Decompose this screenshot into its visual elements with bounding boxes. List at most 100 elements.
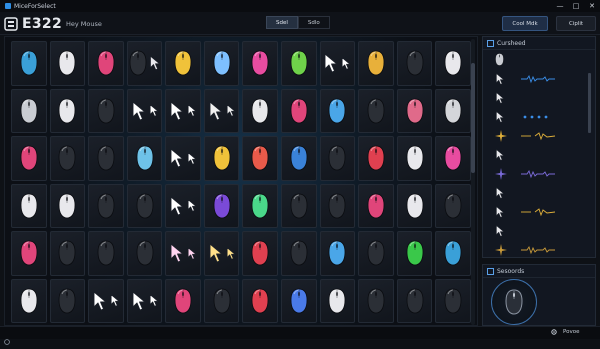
mouse-tile[interactable] (358, 278, 394, 323)
cursor-list-item[interactable] (483, 145, 595, 164)
mouse-tile[interactable] (126, 41, 163, 86)
mouse-tile[interactable] (319, 278, 356, 323)
mouse-tile[interactable] (11, 183, 47, 228)
mouse-tile[interactable] (49, 41, 86, 86)
mouse-tile[interactable] (435, 231, 471, 276)
mouse-tile[interactable] (242, 231, 279, 276)
mouse-tile[interactable] (126, 136, 163, 181)
cursor-arrow-icon (342, 57, 351, 70)
mouse-tile[interactable] (49, 183, 86, 228)
mouse-tile[interactable] (435, 88, 471, 133)
segment-sdlo[interactable]: Sdlo (297, 16, 330, 29)
mouse-tile[interactable] (49, 278, 86, 323)
cursor-arrow-icon (496, 186, 504, 199)
mouse-tile[interactable] (281, 231, 317, 276)
mouse-tile[interactable] (396, 278, 433, 323)
mouse-tile[interactable] (358, 88, 394, 133)
minimize-button[interactable]: — (552, 0, 568, 12)
mouse-preview[interactable] (491, 279, 537, 325)
mouse-tile[interactable] (358, 136, 394, 181)
preview-status[interactable]: Povoe (550, 328, 580, 336)
segment-sdel[interactable]: Sdel (266, 16, 298, 29)
mouse-tile[interactable] (126, 278, 163, 323)
cursor-list-item[interactable] (483, 107, 595, 126)
mouse-tile[interactable] (319, 231, 356, 276)
cursor-list-item[interactable] (483, 183, 595, 202)
cursor-list-item[interactable] (483, 202, 595, 221)
cursor-list-item[interactable] (483, 50, 595, 69)
mouse-tile[interactable] (88, 231, 124, 276)
mouse-tile[interactable] (203, 231, 240, 276)
mouse-tile[interactable] (242, 183, 279, 228)
mouse-tile[interactable] (396, 88, 433, 133)
cursor-list-item[interactable] (483, 164, 595, 183)
cursor-arrow-icon (324, 53, 338, 73)
mouse-tile[interactable] (396, 183, 433, 228)
mouse-tile[interactable] (319, 183, 356, 228)
mouse-tile[interactable] (203, 278, 240, 323)
mouse-tile[interactable] (126, 231, 163, 276)
mouse-tile[interactable] (281, 41, 317, 86)
mouse-tile[interactable] (11, 41, 47, 86)
mouse-tile[interactable] (11, 88, 47, 133)
mouse-tile[interactable] (11, 136, 47, 181)
mouse-tile[interactable] (11, 278, 47, 323)
mouse-tile[interactable] (435, 278, 471, 323)
mouse-tile[interactable] (165, 136, 201, 181)
mouse-tile[interactable] (281, 183, 317, 228)
cursor-list-item[interactable] (483, 69, 595, 88)
mouse-tile[interactable] (435, 41, 471, 86)
segmented-control: Sdel Sdlo (266, 16, 330, 29)
cursor-list-item[interactable] (483, 240, 595, 259)
mouse-tile[interactable] (435, 136, 471, 181)
mouse-tile[interactable] (49, 231, 86, 276)
mouse-tile[interactable] (358, 41, 394, 86)
mouse-tile[interactable] (126, 183, 163, 228)
mouse-tile[interactable] (242, 278, 279, 323)
ciplit-button[interactable]: Ciplit (556, 16, 596, 31)
mouse-tile[interactable] (165, 278, 201, 323)
mouse-tile[interactable] (165, 231, 201, 276)
mouse-tile[interactable] (396, 41, 433, 86)
cool-mdk-button[interactable]: Cool Mdk (502, 16, 548, 31)
cursor-arrow-icon (93, 291, 107, 311)
mouse-tile[interactable] (396, 231, 433, 276)
mouse-tile[interactable] (242, 88, 279, 133)
mouse-tile[interactable] (358, 231, 394, 276)
mouse-tile[interactable] (88, 88, 124, 133)
cursor-list-item[interactable] (483, 221, 595, 240)
maximize-button[interactable]: □ (568, 0, 584, 12)
close-button[interactable]: ✕ (584, 0, 600, 12)
mouse-tile[interactable] (165, 88, 201, 133)
mouse-tile[interactable] (165, 183, 201, 228)
mouse-tile[interactable] (203, 88, 240, 133)
mouse-tile[interactable] (165, 41, 201, 86)
gallery-scrollbar[interactable] (471, 39, 475, 325)
mouse-tile[interactable] (88, 136, 124, 181)
cursor-panel-scrollbar[interactable] (588, 73, 591, 133)
mouse-tile[interactable] (203, 136, 240, 181)
mouse-tile[interactable] (319, 136, 356, 181)
mouse-tile[interactable] (49, 88, 86, 133)
gallery-scroll-thumb[interactable] (471, 63, 475, 173)
mouse-tile[interactable] (319, 88, 356, 133)
mouse-tile[interactable] (203, 41, 240, 86)
mouse-tile[interactable] (281, 136, 317, 181)
mouse-tile[interactable] (88, 183, 124, 228)
cursor-list-item[interactable] (483, 88, 595, 107)
mouse-tile[interactable] (242, 41, 279, 86)
mouse-tile[interactable] (396, 136, 433, 181)
mouse-tile[interactable] (319, 41, 356, 86)
mouse-tile[interactable] (49, 136, 86, 181)
mouse-tile[interactable] (242, 136, 279, 181)
mouse-tile[interactable] (88, 41, 124, 86)
mouse-tile[interactable] (435, 183, 471, 228)
mouse-tile[interactable] (203, 183, 240, 228)
mouse-tile[interactable] (88, 278, 124, 323)
mouse-tile[interactable] (281, 88, 317, 133)
cursor-list-item[interactable] (483, 126, 595, 145)
mouse-tile[interactable] (11, 231, 47, 276)
mouse-tile[interactable] (126, 88, 163, 133)
mouse-tile[interactable] (281, 278, 317, 323)
mouse-tile[interactable] (358, 183, 394, 228)
